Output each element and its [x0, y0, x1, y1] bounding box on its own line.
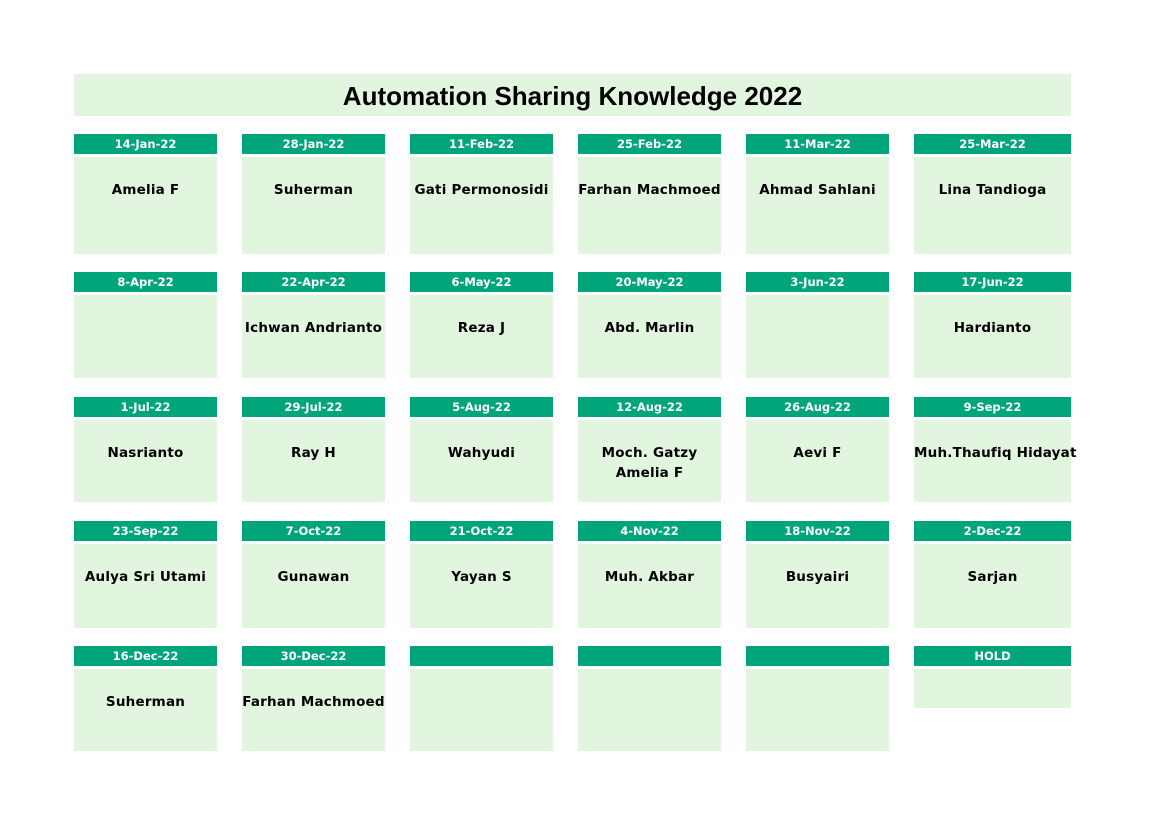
presenter-name: Yayan S	[451, 569, 512, 585]
presenter-box: Muh.Thaufiq Hidayat	[914, 420, 1077, 502]
date-header: 23-Sep-22	[74, 521, 217, 541]
presenter-name: Aevi F	[793, 445, 842, 461]
date-header: 8-Apr-22	[74, 272, 217, 292]
presenter-name: Amelia F	[111, 182, 180, 198]
date-header	[578, 646, 721, 666]
presenter-name: Abd. Marlin	[604, 320, 695, 336]
presenter-box	[746, 669, 889, 751]
date-header: 6-May-22	[410, 272, 553, 292]
date-header: 21-Oct-22	[410, 521, 553, 541]
presenter-name: Gunawan	[277, 569, 350, 585]
date-header: 2-Dec-22	[914, 521, 1071, 541]
date-header	[410, 646, 553, 666]
presenter-box: Farhan Machmoed	[242, 669, 385, 751]
date-header: 18-Nov-22	[746, 521, 889, 541]
presenter-box: Amelia F	[74, 157, 217, 254]
date-header: 11-Feb-22	[410, 134, 553, 154]
presenter-name: Gati Permonosidi	[414, 182, 549, 198]
presenter-box: Sarjan	[914, 544, 1071, 628]
presenter-box: Lina Tandioga	[914, 157, 1071, 254]
presenter-box: Aevi F	[746, 420, 889, 502]
presenter-box: Hardianto	[914, 295, 1071, 378]
presenter-box: Nasrianto	[74, 420, 217, 502]
presenter-box: Suherman	[242, 157, 385, 254]
date-header: 7-Oct-22	[242, 521, 385, 541]
date-header: 25-Feb-22	[578, 134, 721, 154]
date-header: 17-Jun-22	[914, 272, 1071, 292]
date-header: 29-Jul-22	[242, 397, 385, 417]
presenter-name: Farhan Machmoed	[242, 694, 385, 710]
date-header: 28-Jan-22	[242, 134, 385, 154]
date-header: 16-Dec-22	[74, 646, 217, 666]
date-header: 14-Jan-22	[74, 134, 217, 154]
presenter-name: Farhan Machmoed	[578, 182, 721, 198]
date-header: 1-Jul-22	[74, 397, 217, 417]
presenter-name: Ichwan Andrianto	[244, 320, 383, 336]
presenter-box: Farhan Machmoed	[578, 157, 721, 254]
presenter-box: Ahmad Sahlani	[746, 157, 889, 254]
presenter-box: Ray H	[242, 420, 385, 502]
presenter-box: Suherman	[74, 669, 217, 751]
page-title: Automation Sharing Knowledge 2022	[342, 80, 803, 111]
presenter-box: Ichwan Andrianto	[242, 295, 385, 378]
presenter-name: Busyairi	[785, 569, 850, 585]
presenter-name: Nasrianto	[107, 445, 184, 461]
presenter-box: Moch. Gatzy Amelia F	[578, 420, 721, 502]
date-header: 20-May-22	[578, 272, 721, 292]
presenter-box	[74, 295, 217, 378]
date-header: 25-Mar-22	[914, 134, 1071, 154]
presenter-name: Hardianto	[953, 320, 1032, 336]
presenter-name: Lina Tandioga	[938, 182, 1047, 198]
presenter-name: Muh. Akbar	[604, 569, 695, 585]
presenter-box	[410, 669, 553, 751]
date-header: HOLD	[914, 646, 1071, 666]
presenter-name: Moch. Gatzy	[601, 445, 698, 461]
presenter-name: Wahyudi	[447, 445, 516, 461]
date-header: 3-Jun-22	[746, 272, 889, 292]
presenter-name: Muh.Thaufiq Hidayat	[914, 445, 1077, 461]
presenter-name: Ray H	[291, 445, 336, 461]
presenter-box	[746, 295, 889, 378]
presenter-name: Ahmad Sahlani	[759, 182, 876, 198]
presenter-box: Busyairi	[746, 544, 889, 628]
presenter-box: Abd. Marlin	[578, 295, 721, 378]
presenter-name: Aulya Sri Utami	[84, 569, 207, 585]
date-header: 12-Aug-22	[578, 397, 721, 417]
date-header: 11-Mar-22	[746, 134, 889, 154]
date-header: 4-Nov-22	[578, 521, 721, 541]
presenter-box: Yayan S	[410, 544, 553, 628]
presenter-name: Sarjan	[967, 569, 1018, 585]
date-header: 26-Aug-22	[746, 397, 889, 417]
presenter-name: Suherman	[105, 694, 186, 710]
presenter-box: Reza J	[410, 295, 553, 378]
presenter-box: Gunawan	[242, 544, 385, 628]
presenter-box: Wahyudi	[410, 420, 553, 502]
presenter-box	[578, 669, 721, 751]
presenter-box: Gati Permonosidi	[410, 157, 553, 254]
date-header	[746, 646, 889, 666]
presenter-name: Reza J	[457, 320, 506, 336]
date-header: 30-Dec-22	[242, 646, 385, 666]
date-header: 5-Aug-22	[410, 397, 553, 417]
presenter-name: Amelia F	[615, 465, 684, 481]
date-header: 22-Apr-22	[242, 272, 385, 292]
presenter-box: Muh. Akbar	[578, 544, 721, 628]
date-header: 9-Sep-22	[914, 397, 1071, 417]
title-banner: Automation Sharing Knowledge 2022	[74, 74, 1071, 116]
presenter-box: Aulya Sri Utami	[74, 544, 217, 628]
presenter-box	[914, 669, 1071, 708]
presenter-name: Suherman	[273, 182, 354, 198]
